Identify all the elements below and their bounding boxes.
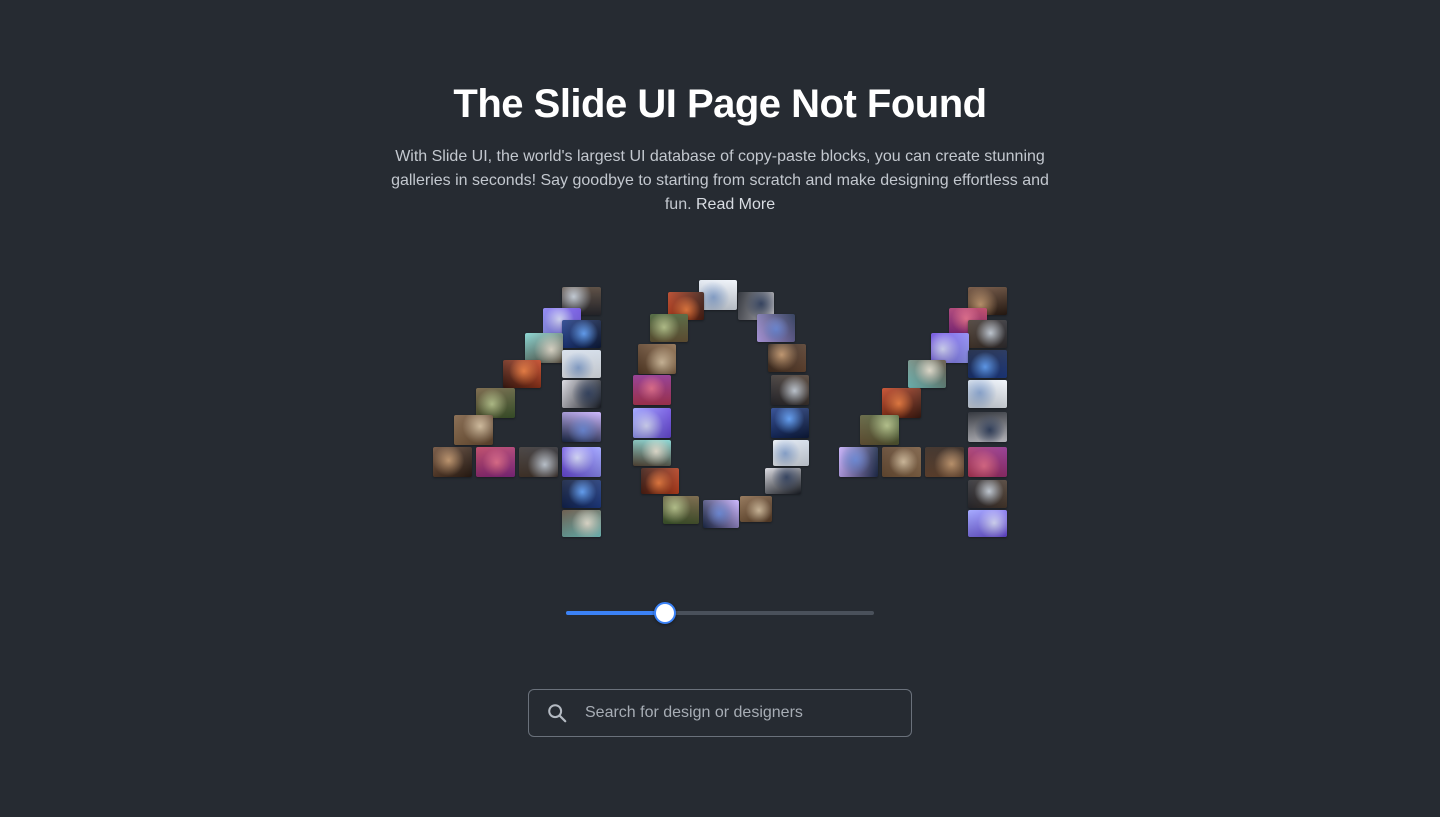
- gallery-thumbnail[interactable]: [839, 447, 878, 477]
- gallery-thumbnail[interactable]: [476, 388, 515, 418]
- gallery-thumbnail[interactable]: [562, 447, 601, 477]
- gallery-thumbnail[interactable]: [882, 388, 921, 418]
- gallery-thumbnail[interactable]: [740, 496, 772, 522]
- gallery-thumbnail[interactable]: [968, 380, 1007, 408]
- search-icon: [529, 690, 585, 736]
- gallery-thumbnail[interactable]: [925, 447, 964, 477]
- gallery-thumbnail[interactable]: [699, 280, 737, 310]
- gallery-thumbnail[interactable]: [968, 480, 1007, 508]
- read-more-link[interactable]: Read More: [696, 196, 775, 213]
- not-found-page: The Slide UI Page Not Found With Slide U…: [0, 0, 1440, 817]
- gallery-thumbnail[interactable]: [968, 412, 1007, 442]
- gallery-thumbnail[interactable]: [525, 333, 563, 363]
- gallery-thumbnail[interactable]: [503, 360, 541, 388]
- page-description: With Slide UI, the world's largest UI da…: [390, 145, 1050, 217]
- gallery-thumbnail[interactable]: [562, 510, 601, 537]
- search-box[interactable]: [528, 689, 912, 737]
- gallery-thumbnail[interactable]: [931, 333, 969, 363]
- gallery-thumbnail[interactable]: [908, 360, 946, 388]
- gallery-thumbnail[interactable]: [476, 447, 515, 477]
- gallery-thumbnail[interactable]: [433, 447, 472, 477]
- gallery-thumbnail[interactable]: [562, 350, 601, 378]
- gallery-thumbnail[interactable]: [765, 468, 801, 494]
- gallery-thumbnail[interactable]: [633, 375, 671, 405]
- gallery-thumbnail[interactable]: [860, 415, 899, 445]
- gallery-thumbnail[interactable]: [633, 440, 671, 466]
- gallery-thumbnail[interactable]: [638, 344, 676, 374]
- gallery-thumbnail[interactable]: [968, 510, 1007, 537]
- gallery-thumbnail[interactable]: [454, 415, 493, 445]
- search-input[interactable]: [585, 690, 911, 736]
- gallery-thumbnail[interactable]: [703, 500, 739, 528]
- slider-fill: [566, 611, 665, 615]
- gallery-thumbnail[interactable]: [773, 440, 809, 466]
- gallery-thumbnail[interactable]: [968, 447, 1007, 477]
- gallery-thumbnail[interactable]: [633, 408, 671, 438]
- gallery-size-slider[interactable]: [566, 602, 874, 624]
- gallery-thumbnail[interactable]: [519, 447, 558, 477]
- gallery-thumbnail[interactable]: [641, 468, 679, 494]
- page-title: The Slide UI Page Not Found: [453, 82, 987, 126]
- slider-thumb[interactable]: [653, 602, 676, 624]
- gallery-thumbnail[interactable]: [771, 408, 809, 438]
- gallery-thumbnail[interactable]: [757, 314, 795, 342]
- gallery-thumbnail[interactable]: [663, 496, 699, 524]
- gallery-thumbnail[interactable]: [562, 480, 601, 508]
- gallery-thumbnail[interactable]: [650, 314, 688, 342]
- gallery-thumbnail[interactable]: [562, 412, 601, 442]
- gallery-thumbnail[interactable]: [968, 320, 1007, 348]
- gallery-thumbnail[interactable]: [968, 350, 1007, 378]
- gallery-thumbnail[interactable]: [771, 375, 809, 405]
- gallery-thumbnail[interactable]: [882, 447, 921, 477]
- gallery-thumbnail[interactable]: [768, 344, 806, 372]
- gallery-thumbnail[interactable]: [562, 380, 601, 408]
- gallery-thumbnail[interactable]: [562, 320, 601, 348]
